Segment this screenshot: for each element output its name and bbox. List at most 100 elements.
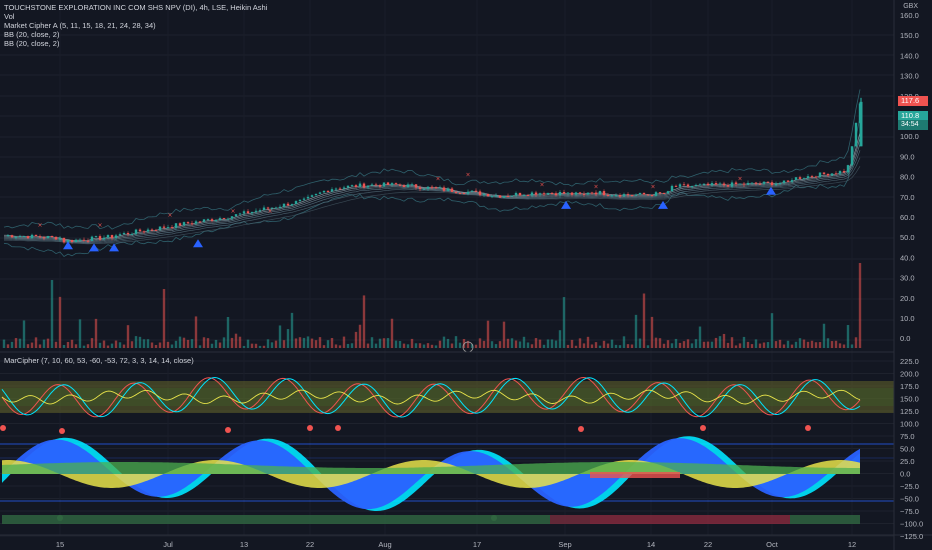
- candle-body: [658, 192, 662, 194]
- indicator-vol[interactable]: Vol: [4, 12, 267, 21]
- oscillator-tick-label: 200.0: [900, 370, 919, 379]
- sell-signal-cross: ×: [737, 176, 742, 183]
- candle-body: [782, 180, 786, 184]
- candle-body: [78, 239, 82, 241]
- oscillator-axis[interactable]: 225.0 200.0 175.0 150.0 125.0 100.0 75.0 50.0 25…: [900, 357, 923, 541]
- volume-bar: [590, 344, 594, 348]
- candle-body: [198, 221, 202, 223]
- volume-bar: [26, 344, 30, 348]
- volume-bar: [538, 339, 542, 348]
- volume-bar: [738, 343, 742, 348]
- trend-strip-green: [2, 515, 550, 524]
- volume-bar: [138, 336, 142, 348]
- volume-bar: [174, 340, 178, 348]
- volume-bar: [14, 338, 18, 348]
- heikin-ashi-candles: [6, 97, 863, 244]
- volume-bar: [286, 329, 290, 348]
- chart-canvas[interactable]: ××××××××××× 160.0150.0140.0130.0120.0110…: [0, 0, 932, 550]
- volume-bar: [198, 345, 202, 348]
- price-tick-label: 30.0: [900, 274, 915, 283]
- volume-bar: [734, 345, 738, 348]
- price-axis[interactable]: 160.0150.0140.0130.0120.0110.0100.090.08…: [900, 11, 919, 343]
- volume-bar: [226, 316, 230, 348]
- volume-bar: [22, 320, 26, 348]
- candle-body: [854, 122, 858, 147]
- candle-body: [294, 201, 298, 205]
- currency-label[interactable]: GBX: [903, 3, 918, 10]
- volume-bar: [134, 336, 138, 348]
- volume-bar: [30, 342, 34, 348]
- volume-bar: [34, 337, 38, 348]
- oscillator-tick-label: 25.0: [900, 457, 915, 466]
- symbol-title[interactable]: TOUCHSTONE EXPLORATION INC COM SHS NPV (…: [4, 3, 267, 12]
- time-tick-label: Oct: [766, 540, 779, 549]
- candle-body: [62, 237, 66, 243]
- sell-signal-cross: ×: [97, 222, 102, 229]
- time-tick-label: Aug: [378, 540, 391, 549]
- candle-body: [594, 192, 598, 195]
- volume-bar: [390, 318, 394, 348]
- sell-signal-cross: ×: [539, 182, 544, 189]
- candle-body: [790, 180, 794, 182]
- volume-bar: [678, 342, 682, 348]
- candle-body: [86, 240, 90, 242]
- candle-body: [102, 237, 106, 240]
- candle-body: [14, 236, 18, 238]
- volume-bar: [58, 296, 62, 348]
- indicator-bb-2[interactable]: BB (20, close, 2): [4, 39, 267, 48]
- volume-bar: [406, 344, 410, 348]
- candle-body: [218, 218, 222, 220]
- volume-bar: [242, 345, 246, 348]
- indicator-bb-1[interactable]: BB (20, close, 2): [4, 30, 267, 39]
- volume-bar: [202, 337, 206, 348]
- volume-bar: [726, 342, 730, 348]
- indicator-marcipher[interactable]: MarCipher (7, 10, 60, 53, -60, -53, 72, …: [4, 356, 194, 365]
- volume-bar: [630, 344, 634, 348]
- oscillator-tick-label: −100.0: [900, 520, 923, 529]
- volume-bar: [66, 341, 70, 348]
- candle-body: [842, 171, 846, 173]
- volume-bar: [486, 320, 490, 348]
- volume-bar: [394, 340, 398, 348]
- volume-bar: [646, 345, 650, 348]
- time-tick-label: 22: [306, 540, 314, 549]
- volume-bar: [618, 345, 622, 348]
- candle-body: [514, 192, 518, 196]
- buy-signal-triangle: [193, 239, 203, 248]
- candle-body: [554, 193, 558, 196]
- candle-body: [590, 192, 594, 194]
- candle-body: [134, 229, 138, 234]
- marcipher-oscillator: [0, 376, 894, 524]
- candle-body: [394, 183, 398, 185]
- chart-legend: TOUCHSTONE EXPLORATION INC COM SHS NPV (…: [4, 3, 267, 48]
- volume-bar: [446, 338, 450, 348]
- volume-bar: [654, 337, 658, 348]
- volume-bar: [810, 340, 814, 348]
- candle-body: [642, 192, 646, 195]
- volume-bar: [254, 343, 258, 348]
- candle-body: [366, 185, 370, 188]
- volume-bar: [370, 337, 374, 348]
- volume-bar: [142, 339, 146, 348]
- volume-bar: [274, 340, 278, 348]
- volume-bar: [330, 337, 334, 348]
- volume-bar: [114, 340, 118, 348]
- volume-bar: [186, 339, 190, 348]
- indicator-market-cipher-a[interactable]: Market Cipher A (5, 11, 15, 18, 21, 24, …: [4, 21, 267, 30]
- volume-bar: [222, 337, 226, 348]
- volume-bar: [258, 345, 262, 348]
- candle-body: [846, 165, 850, 173]
- candle-body: [110, 235, 114, 239]
- candle-body: [74, 239, 78, 242]
- candle-body: [574, 192, 578, 195]
- volume-bar: [814, 342, 818, 348]
- volume-bar: [714, 337, 718, 348]
- price-tick-label: 150.0: [900, 31, 919, 40]
- candle-body: [754, 182, 758, 184]
- candle-body: [738, 183, 742, 185]
- candle-body: [438, 187, 442, 189]
- time-axis[interactable]: 15 Jul 13 22 Aug 17 Sep 14 22 Oct 12: [56, 540, 856, 549]
- volume-bar: [782, 344, 786, 348]
- volume-bar: [642, 293, 646, 348]
- candle-body: [330, 189, 334, 192]
